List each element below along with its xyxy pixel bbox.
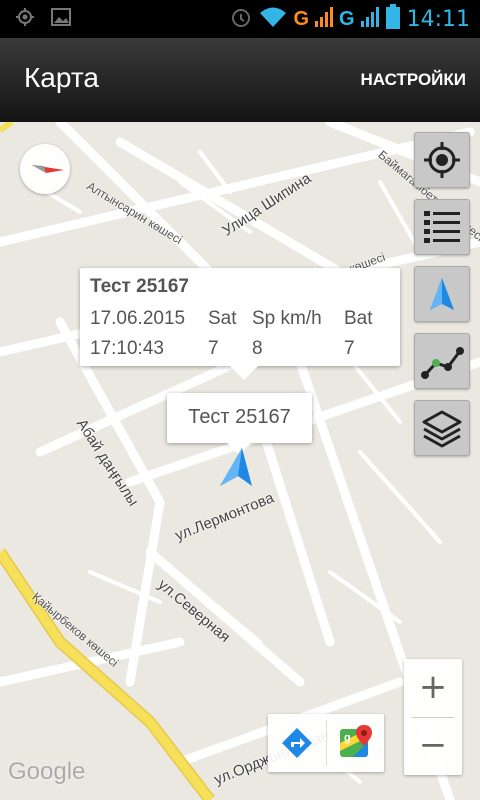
compass-icon [32, 165, 64, 173]
network-type-2: G [339, 7, 355, 30]
vehicle-marker-icon[interactable] [216, 446, 256, 490]
layers-button[interactable] [414, 400, 470, 456]
location-icon [14, 6, 36, 32]
layers-icon [422, 410, 462, 448]
info-col-sat: Sat [208, 308, 237, 329]
compass-button[interactable] [20, 144, 70, 194]
crosshair-icon [424, 142, 460, 178]
info-col-bat: Bat [344, 308, 373, 329]
image-icon [50, 6, 72, 32]
page-title: Карта [24, 62, 99, 93]
info-date: 17.06.2015 [90, 308, 186, 329]
signal-icon [315, 6, 334, 32]
map-toolbar: g [268, 714, 384, 772]
navigation-button[interactable] [414, 266, 470, 322]
directions-icon[interactable] [281, 727, 313, 759]
info-bat-value: 7 [344, 338, 355, 359]
wifi-icon [259, 5, 287, 33]
clock: 14:11 [406, 6, 470, 32]
google-logo: Google [8, 758, 86, 785]
marker-label[interactable]: Тест 25167 [167, 393, 312, 455]
info-time: 17:10:43 [90, 338, 164, 359]
info-window[interactable]: Тест 25167 17.06.2015 Sat Sp km/h Bat 17… [80, 268, 400, 380]
zoom-controls: + − [404, 659, 462, 775]
settings-button[interactable]: НАСТРОЙКИ [360, 70, 466, 90]
signal-icon-2 [360, 6, 379, 32]
zoom-in-button[interactable]: + [404, 659, 462, 717]
track-icon [421, 347, 464, 379]
info-speed-value: 8 [252, 338, 263, 359]
track-button[interactable] [414, 333, 470, 389]
google-maps-icon[interactable]: g [339, 725, 373, 761]
alarm-icon [229, 5, 253, 33]
divider [326, 720, 327, 766]
zoom-out-button[interactable]: − [404, 717, 462, 775]
info-sat-value: 7 [208, 338, 219, 359]
my-location-button[interactable] [414, 132, 470, 188]
svg-text:g: g [344, 732, 351, 744]
network-type-1: G [293, 7, 310, 30]
navigation-arrow-icon [430, 278, 454, 310]
marker-label-text: Тест 25167 [188, 406, 291, 428]
info-col-speed: Sp km/h [252, 308, 322, 329]
info-window-title: Тест 25167 [90, 276, 189, 297]
app-bar: Карта НАСТРОЙКИ [0, 38, 480, 122]
list-button[interactable] [414, 199, 470, 255]
battery-icon [385, 4, 401, 34]
status-bar: G G 14:11 [0, 0, 480, 38]
list-icon [424, 211, 460, 243]
map-view[interactable]: Алтынсарин көшесі Улица Шипина Баймагамб… [0, 122, 480, 800]
